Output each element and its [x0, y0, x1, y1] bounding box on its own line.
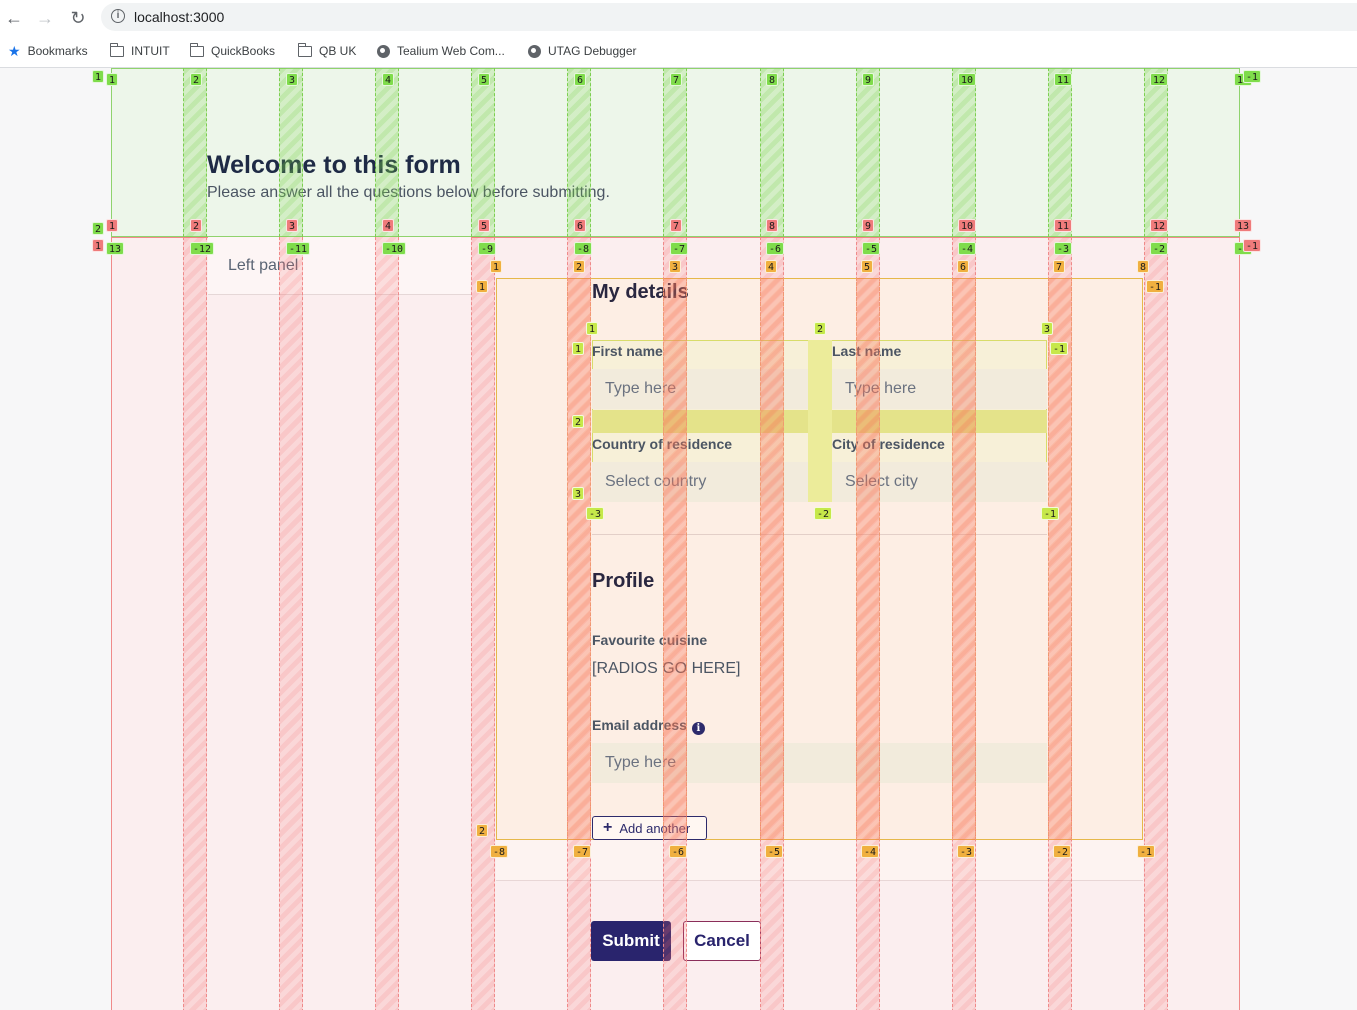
add-another-button[interactable]: + Add another	[592, 816, 707, 840]
last-name-label: Last name	[832, 343, 902, 359]
country-select[interactable]: Select country	[592, 462, 808, 502]
submit-button[interactable]: Submit	[591, 921, 671, 961]
globe-icon	[528, 44, 541, 58]
address-bar[interactable]: i localhost:3000	[101, 3, 1357, 31]
folder-icon	[189, 42, 204, 57]
left-panel: Left panel	[208, 237, 471, 295]
grid-line-badge: 1	[92, 70, 105, 83]
grid-line-badge: -1	[1243, 239, 1262, 252]
form-card-footer	[496, 840, 1143, 881]
section-title-my-details: My details	[592, 281, 689, 303]
forward-arrow-icon[interactable]: →	[33, 6, 57, 30]
first-name-input[interactable]: Type here	[592, 369, 808, 409]
section-title-profile: Profile	[592, 570, 655, 592]
email-label: Email address i	[592, 717, 705, 735]
cancel-button[interactable]: Cancel	[683, 921, 761, 961]
bookmark-tealium[interactable]: Tealium Web Com...	[377, 40, 505, 62]
email-input[interactable]: Type here	[592, 743, 1047, 783]
browser-toolbar: ← → ↻ i localhost:3000	[0, 0, 1357, 36]
back-arrow-icon[interactable]: ←	[2, 6, 26, 30]
star-icon: ★	[8, 42, 21, 59]
bookmark-intuit[interactable]: INTUIT	[109, 40, 170, 62]
section-divider	[592, 534, 1047, 535]
page-title: Welcome to this form	[207, 151, 461, 179]
site-info-icon[interactable]: i	[111, 9, 125, 23]
folder-icon	[109, 42, 124, 57]
city-label: City of residence	[832, 436, 945, 452]
address-url[interactable]: localhost:3000	[134, 9, 224, 25]
grid-line-badge: -1	[1243, 70, 1262, 83]
bookmark-qb-uk[interactable]: QB UK	[297, 40, 356, 62]
field-grid-column-gap	[808, 340, 832, 502]
bookmark-utag-debugger[interactable]: UTAG Debugger	[528, 40, 636, 62]
email-label-text: Email address	[592, 717, 687, 733]
left-panel-label: Left panel	[228, 257, 299, 274]
grid-line-badge: 2	[92, 222, 105, 235]
bookmark-quickbooks[interactable]: QuickBooks	[189, 40, 275, 62]
cuisine-label: Favourite cuisine	[592, 632, 708, 648]
page-viewport: Welcome to this form Please answer all t…	[0, 68, 1357, 1010]
bookmark-bookmarks[interactable]: ★ Bookmarks	[8, 40, 88, 62]
cuisine-radios-placeholder: [RADIOS GO HERE]	[592, 660, 741, 677]
info-icon[interactable]: i	[691, 722, 705, 735]
reload-icon[interactable]: ↻	[66, 6, 90, 30]
grid-line-badge: 1	[92, 239, 105, 252]
folder-icon	[297, 42, 312, 57]
first-name-label: First name	[592, 343, 663, 359]
page-subtitle: Please answer all the questions below be…	[207, 184, 610, 201]
city-select[interactable]: Select city	[832, 462, 1047, 502]
last-name-input[interactable]: Type here	[832, 369, 1047, 409]
bookmarks-bar: ★ Bookmarks INTUIT QuickBooks QB UK Teal…	[0, 36, 1357, 68]
country-label: Country of residence	[592, 436, 733, 452]
plus-icon: +	[603, 819, 613, 836]
globe-icon	[377, 44, 390, 58]
add-another-label: Add another	[619, 820, 691, 836]
